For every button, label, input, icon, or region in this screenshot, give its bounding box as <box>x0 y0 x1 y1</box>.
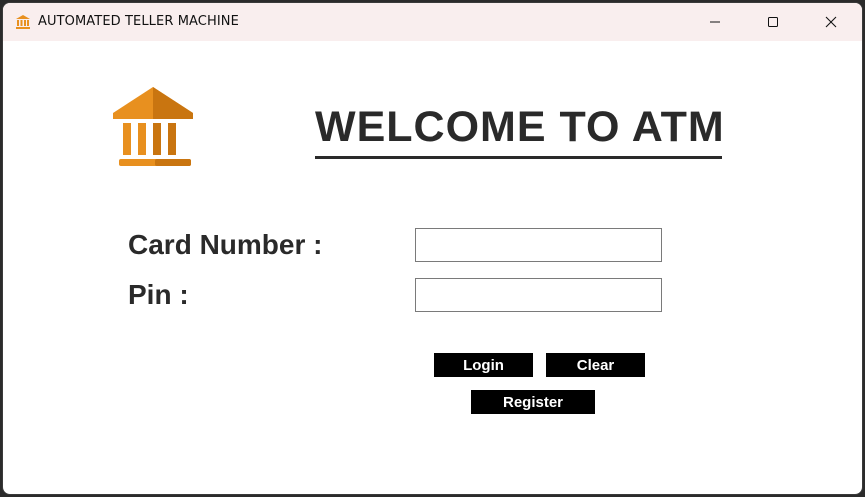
register-button[interactable]: Register <box>471 390 595 414</box>
maximize-icon <box>767 16 779 28</box>
card-number-label: Card Number : <box>128 229 323 260</box>
minimize-icon <box>709 16 721 28</box>
welcome-heading: WELCOME TO ATM <box>315 103 725 151</box>
clear-button[interactable]: Clear <box>546 353 645 377</box>
bank-icon <box>15 14 31 30</box>
welcome-underline <box>315 156 722 159</box>
maximize-button[interactable] <box>744 3 802 41</box>
title-bar[interactable]: AUTOMATED TELLER MACHINE <box>3 3 862 41</box>
card-number-input[interactable] <box>415 228 662 262</box>
pin-label: Pin : <box>128 279 189 310</box>
close-button[interactable] <box>802 3 860 41</box>
window-title: AUTOMATED TELLER MACHINE <box>38 14 239 29</box>
bank-building-icon <box>111 85 195 171</box>
atm-window: AUTOMATED TELLER MACHINE WELCOME TO ATM … <box>2 2 863 495</box>
login-button[interactable]: Login <box>434 353 533 377</box>
close-icon <box>825 16 837 28</box>
pin-input[interactable] <box>415 278 662 312</box>
minimize-button[interactable] <box>686 3 744 41</box>
